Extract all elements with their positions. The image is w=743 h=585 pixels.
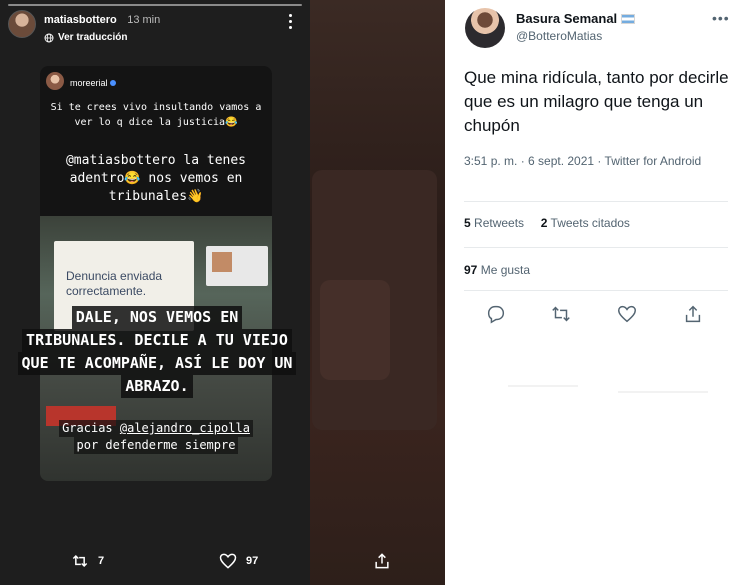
likes-count: 97 <box>464 263 478 277</box>
verified-badge-icon <box>109 80 116 86</box>
thumbnail-image <box>206 246 268 286</box>
share-button[interactable] <box>682 303 704 325</box>
avatar[interactable] <box>465 8 505 48</box>
inner-message-1: Si te crees vivo insultando vamos a ver … <box>50 102 262 128</box>
story-ghost-background: » <box>300 0 445 585</box>
tweet-card: Basura Semanal @BotteroMatias ••• Que mi… <box>450 0 743 585</box>
overlay-line: ABRAZO. <box>121 375 193 398</box>
story-frame: matiasbottero 13 min Ver traducción more… <box>0 0 310 585</box>
heart-icon <box>618 305 636 323</box>
more-horizontal-icon[interactable]: ••• <box>712 10 729 26</box>
inner-message-2: @matiasbottero la tenes adentro😂 nos vem… <box>65 153 246 204</box>
more-vertical-icon[interactable] <box>286 14 294 32</box>
tweet-stats: 5 Retweets 2 Tweets citados <box>464 216 630 230</box>
tweet-author-handle[interactable]: @BotteroMatias <box>516 29 602 43</box>
tweet-actions <box>480 303 710 327</box>
story-header: matiasbottero 13 min Ver traducción <box>8 10 160 43</box>
ghost-card <box>320 280 390 380</box>
reply-button[interactable] <box>485 303 507 325</box>
story-username[interactable]: matiasbottero <box>44 14 117 26</box>
retweets-count: 5 <box>464 216 471 230</box>
retweets-stat[interactable]: 5 Retweets <box>464 216 524 230</box>
thanks-prefix: Gracias <box>62 421 120 435</box>
story-time: 13 min <box>127 14 161 26</box>
inner-screenshot: moreerial Si te crees vivo insultando va… <box>40 66 272 481</box>
like-count: 97 <box>246 555 259 567</box>
overlay-text: DALE, NOS VEMOS EN TRIBUNALES. DECILE A … <box>12 306 302 398</box>
heart-icon <box>219 553 237 569</box>
repost-count: 7 <box>98 555 105 567</box>
like-button[interactable]: 97 <box>218 551 258 571</box>
translate-label: Ver traducción <box>58 32 128 43</box>
divider <box>464 201 728 202</box>
thanks-text: Gracias @alejandro_cipolla por defenderm… <box>40 420 272 454</box>
quotes-label: Tweets citados <box>550 216 630 230</box>
globe-icon <box>44 33 54 42</box>
tweet-text: Que mina ridícula, tanto por decirle que… <box>464 68 729 135</box>
avatar[interactable] <box>8 10 36 38</box>
retweets-label: Retweets <box>474 216 525 230</box>
like-button[interactable] <box>616 303 638 325</box>
divider <box>464 290 728 291</box>
thanks-line-2: por defenderme siempre <box>73 437 239 454</box>
likes-label: Me gusta <box>480 263 531 277</box>
translate-button[interactable]: Ver traducción <box>44 32 160 43</box>
divider <box>464 247 728 248</box>
faded-artifacts <box>508 385 708 393</box>
reply-icon <box>487 305 505 324</box>
inner-avatar <box>46 72 64 90</box>
story-progress-bar <box>8 4 302 6</box>
thanks-mention[interactable]: @alejandro_cipolla <box>120 421 250 435</box>
tweet-date[interactable]: 3:51 p. m. · 6 sept. 2021 · Twitter for … <box>464 152 724 170</box>
share-icon <box>685 305 701 323</box>
tweet-author-name[interactable]: Basura Semanal <box>516 11 636 26</box>
quotes-stat[interactable]: 2 Tweets citados <box>541 216 630 230</box>
story-footer: 7 97 <box>0 541 445 581</box>
argentina-flag-icon <box>621 14 636 24</box>
overlay-line: TRIBUNALES. DECILE A TU VIEJO <box>22 329 292 352</box>
repost-button[interactable]: 7 <box>70 551 104 571</box>
inner-username-text: moreerial <box>70 78 108 88</box>
quotes-count: 2 <box>540 216 548 230</box>
story-meta: matiasbottero 13 min Ver traducción <box>44 10 160 43</box>
report-confirmation-text: Denuncia enviada correctamente. <box>66 269 163 298</box>
tweet-author-name-text: Basura Semanal <box>516 11 618 26</box>
likes-stat[interactable]: 97 Me gusta <box>464 263 530 277</box>
share-button[interactable] <box>372 551 400 571</box>
share-icon <box>375 553 389 569</box>
retweet-button[interactable] <box>550 303 572 325</box>
retweet-icon <box>552 306 570 322</box>
overlay-line: QUE TE ACOMPAÑE, ASÍ LE DOY UN <box>17 352 297 375</box>
repost-icon <box>72 554 88 568</box>
overlay-line: DALE, NOS VEMOS EN <box>71 306 243 329</box>
inner-username: moreerial <box>70 78 116 88</box>
